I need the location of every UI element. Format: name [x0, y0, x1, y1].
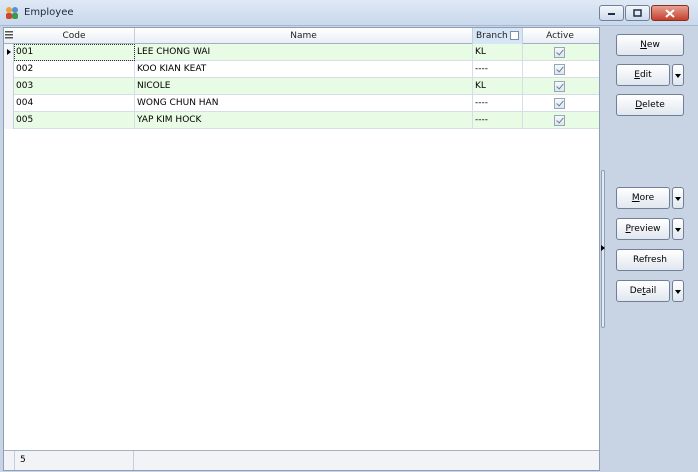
column-header-active[interactable]: Active — [523, 28, 597, 44]
maximize-button[interactable] — [625, 5, 650, 21]
active-checkbox[interactable] — [554, 115, 565, 126]
column-header-branch[interactable]: Branch — [473, 28, 523, 44]
row-selector-indicator — [4, 61, 14, 78]
record-count: 5 — [14, 451, 134, 470]
cell-name[interactable]: NICOLE — [135, 78, 473, 95]
cell-code[interactable]: 003 — [14, 78, 135, 95]
active-checkbox[interactable] — [554, 81, 565, 92]
cell-active[interactable] — [523, 112, 597, 129]
column-chooser-icon[interactable] — [5, 31, 13, 40]
edit-button-suffix: dit — [639, 70, 652, 80]
table-row[interactable]: 005 YAP KIM HOCK ---- — [4, 112, 599, 129]
title-bar: Employee — [0, 0, 698, 26]
close-button[interactable] — [651, 5, 689, 21]
preview-button-suffix: review — [630, 224, 661, 234]
detail-dropdown-button[interactable] — [672, 280, 684, 302]
cell-name[interactable]: WONG CHUN HAN — [135, 95, 473, 112]
more-button[interactable]: More — [616, 187, 670, 209]
cell-active[interactable] — [523, 95, 597, 112]
column-header-code[interactable]: Code — [14, 28, 135, 44]
cell-branch[interactable]: ---- — [473, 61, 523, 78]
minimize-button[interactable] — [599, 5, 624, 21]
delete-button[interactable]: Delete — [616, 94, 684, 116]
employee-grid[interactable]: Code Name Branch Active 001 LEE CHONG WA… — [3, 27, 600, 471]
active-checkbox[interactable] — [554, 47, 565, 58]
new-button[interactable]: New — [616, 34, 684, 56]
panel-splitter[interactable] — [600, 170, 607, 328]
preview-dropdown-button[interactable] — [672, 218, 684, 240]
cell-code[interactable]: 005 — [14, 112, 135, 129]
maximize-icon — [633, 9, 642, 17]
collapse-arrow-icon[interactable] — [601, 245, 605, 251]
column-header-name[interactable]: Name — [135, 28, 473, 44]
close-icon — [665, 8, 675, 18]
grid-footer: 5 — [4, 450, 599, 470]
detail-button-suffix: ail — [645, 286, 657, 296]
cell-branch[interactable]: KL — [473, 44, 523, 61]
table-row[interactable]: 003 NICOLE KL — [4, 78, 599, 95]
more-button-mnemonic: M — [631, 193, 640, 203]
edit-dropdown-button[interactable] — [672, 64, 684, 86]
new-button-suffix: ew — [646, 40, 660, 50]
cell-branch[interactable]: ---- — [473, 95, 523, 112]
row-selector-indicator — [4, 78, 14, 95]
cell-active[interactable] — [523, 61, 597, 78]
detail-button-prefix: De — [629, 286, 643, 296]
detail-button[interactable]: Detail — [616, 280, 670, 302]
filter-icon[interactable] — [510, 31, 519, 40]
cell-active[interactable] — [523, 44, 597, 61]
employee-group-icon — [6, 7, 18, 19]
cell-branch[interactable]: ---- — [473, 112, 523, 129]
active-checkbox[interactable] — [554, 98, 565, 109]
delete-button-suffix: elete — [642, 100, 665, 110]
table-row[interactable]: 001 LEE CHONG WAI KL — [4, 44, 599, 61]
cell-active[interactable] — [523, 78, 597, 95]
table-row[interactable]: 004 WONG CHUN HAN ---- — [4, 95, 599, 112]
cell-branch[interactable]: KL — [473, 78, 523, 95]
cell-name[interactable]: YAP KIM HOCK — [135, 112, 473, 129]
minimize-icon — [608, 13, 615, 15]
cell-code[interactable]: 004 — [14, 95, 135, 112]
cell-code[interactable]: 001 — [14, 44, 135, 61]
window-title: Employee — [24, 7, 74, 18]
edit-button[interactable]: Edit — [616, 64, 670, 86]
refresh-button[interactable]: Refresh — [616, 249, 684, 271]
more-dropdown-button[interactable] — [672, 187, 684, 209]
active-checkbox[interactable] — [554, 64, 565, 75]
cell-code[interactable]: 002 — [14, 61, 135, 78]
grid-header: Code Name Branch Active — [4, 28, 599, 44]
more-button-suffix: ore — [639, 193, 655, 203]
cell-name[interactable]: LEE CHONG WAI — [135, 44, 473, 61]
new-button-mnemonic: N — [640, 40, 647, 50]
table-row[interactable]: 002 KOO KIAN KEAT ---- — [4, 61, 599, 78]
preview-button[interactable]: Preview — [616, 218, 670, 240]
row-selector-indicator — [4, 44, 14, 61]
column-header-branch-label: Branch — [476, 31, 508, 41]
row-selector-indicator — [4, 95, 14, 112]
row-selector-indicator — [4, 112, 14, 129]
cell-name[interactable]: KOO KIAN KEAT — [135, 61, 473, 78]
